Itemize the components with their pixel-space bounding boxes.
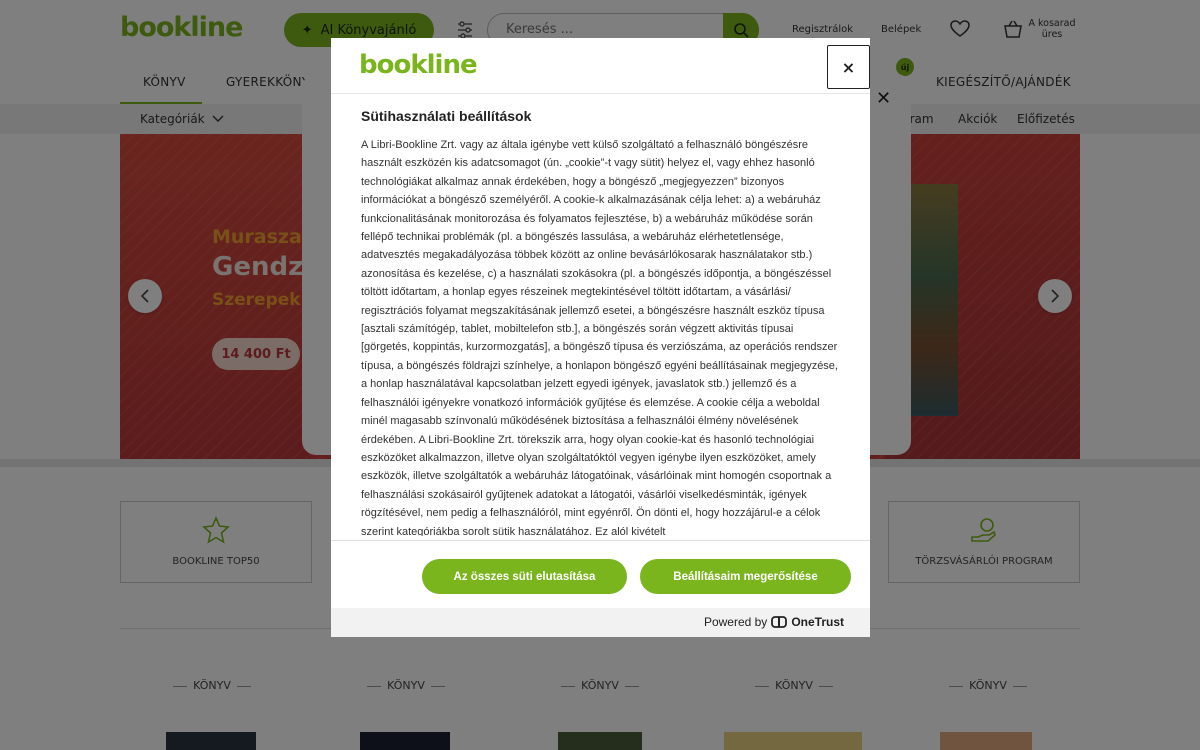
reject-all-cookies-button[interactable]: Az összes süti elutasítása — [422, 559, 627, 594]
modal-description[interactable]: A Libri-Bookline Zrt. vagy az általa igé… — [361, 136, 839, 536]
confirm-settings-button[interactable]: Beállításaim megerősítése — [640, 559, 851, 594]
close-icon: × — [841, 57, 856, 77]
modal-close-button[interactable]: × — [827, 45, 870, 89]
powered-by-link[interactable]: Powered by OneTrust — [704, 615, 844, 629]
powered-by-bar: Powered by OneTrust — [331, 608, 870, 637]
modal-logo: bookline — [359, 50, 478, 80]
cookie-settings-modal: bookline × Sütihasználati beállítások A … — [331, 38, 870, 637]
powered-by-label: Powered by — [703, 615, 768, 629]
onetrust-brand: OneTrust — [791, 615, 844, 629]
modal-title: Sütihasználati beállítások — [361, 108, 532, 124]
onetrust-logo-icon — [771, 616, 788, 628]
